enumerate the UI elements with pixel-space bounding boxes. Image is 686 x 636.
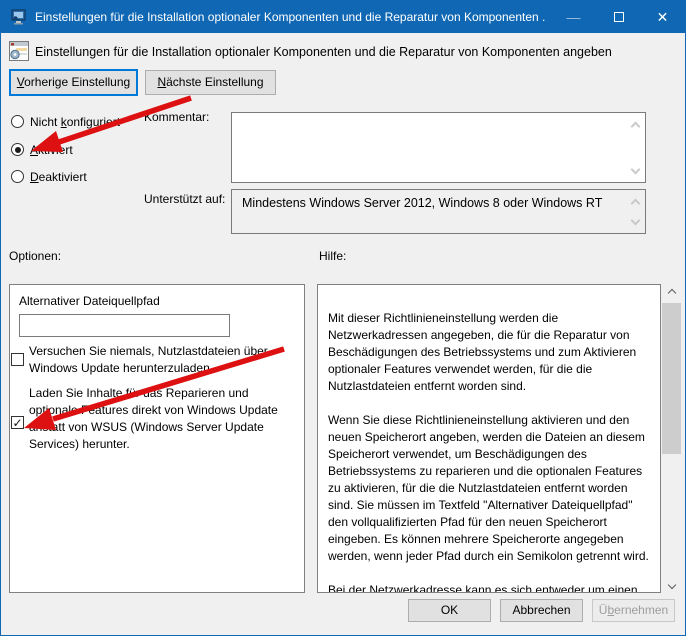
scrollbar-up-button[interactable]	[662, 284, 681, 301]
checkbox-never-download-label[interactable]: Versuchen Sie niemals, Nutzlastdateien ü…	[29, 343, 297, 377]
radio-enabled[interactable]: Aktiviert	[11, 143, 73, 159]
help-paragraph: Bei der Netzwerkadresse kann es sich ent…	[328, 582, 650, 593]
radio-circle	[11, 170, 24, 183]
comment-label: Kommentar:	[144, 110, 209, 124]
alt-source-path-input[interactable]	[19, 314, 230, 337]
scroll-up-icon[interactable]	[632, 119, 639, 133]
minimize-button[interactable]: —	[551, 1, 596, 33]
scroll-down-icon	[632, 213, 639, 227]
apply-button[interactable]: Übernehmen	[592, 599, 675, 622]
help-panel: Mit dieser Richtlinieneinstellung werden…	[317, 284, 661, 593]
comment-textarea[interactable]	[231, 112, 646, 183]
previous-setting-button[interactable]: Vorherige Einstellung	[9, 69, 138, 96]
help-paragraph: Wenn Sie diese Richtlinieneinstellung ak…	[328, 412, 650, 565]
alt-source-path-label: Alternativer Dateiquellpfad	[19, 294, 160, 308]
help-scrollbar[interactable]	[662, 284, 681, 593]
policy-setting-icon	[9, 41, 29, 61]
close-icon: ✕	[657, 9, 669, 25]
checkbox-never-download[interactable]	[11, 353, 24, 366]
maximize-button[interactable]	[596, 1, 641, 33]
scroll-down-icon[interactable]	[632, 162, 639, 176]
chevron-down-icon	[667, 580, 675, 588]
supported-on-label: Unterstützt auf:	[144, 192, 225, 206]
chevron-up-icon	[667, 288, 675, 296]
group-policy-setting-dialog: Einstellungen für die Installation optio…	[0, 0, 686, 636]
setting-title: Einstellungen für die Installation optio…	[35, 45, 675, 59]
help-text: Mit dieser Richtlinieneinstellung werden…	[318, 285, 660, 593]
ok-button[interactable]: OK	[408, 599, 491, 622]
cancel-button[interactable]: Abbrechen	[500, 599, 583, 622]
scrollbar-thumb[interactable]	[662, 303, 681, 454]
radio-not-configured[interactable]: Nicht konfiguriert	[11, 115, 120, 131]
close-button[interactable]: ✕	[640, 1, 685, 33]
radio-disabled[interactable]: Deaktiviert	[11, 170, 87, 186]
help-section-label: Hilfe:	[319, 249, 346, 263]
maximize-icon	[614, 12, 624, 22]
options-panel: Alternativer Dateiquellpfad Versuchen Si…	[9, 284, 305, 593]
minimize-icon: —	[567, 9, 581, 25]
supported-on-box: Mindestens Windows Server 2012, Windows …	[231, 189, 646, 234]
help-paragraph: Mit dieser Richtlinieneinstellung werden…	[328, 310, 650, 395]
radio-circle-selected	[11, 143, 24, 156]
scrollbar-down-button[interactable]	[662, 576, 681, 593]
checkbox-download-from-windows-update-label[interactable]: Laden Sie Inhalte für das Reparieren und…	[29, 385, 297, 453]
window-title: Einstellungen für die Installation optio…	[35, 1, 545, 33]
supported-on-value: Mindestens Windows Server 2012, Windows …	[242, 196, 622, 210]
next-setting-button[interactable]: Nächste Einstellung	[145, 70, 276, 95]
options-section-label: Optionen:	[9, 249, 61, 263]
radio-circle	[11, 115, 24, 128]
window-icon	[11, 9, 27, 25]
titlebar: Einstellungen für die Installation optio…	[1, 1, 685, 33]
scroll-up-icon	[632, 196, 639, 210]
checkbox-download-from-windows-update[interactable]: ✓	[11, 416, 24, 429]
